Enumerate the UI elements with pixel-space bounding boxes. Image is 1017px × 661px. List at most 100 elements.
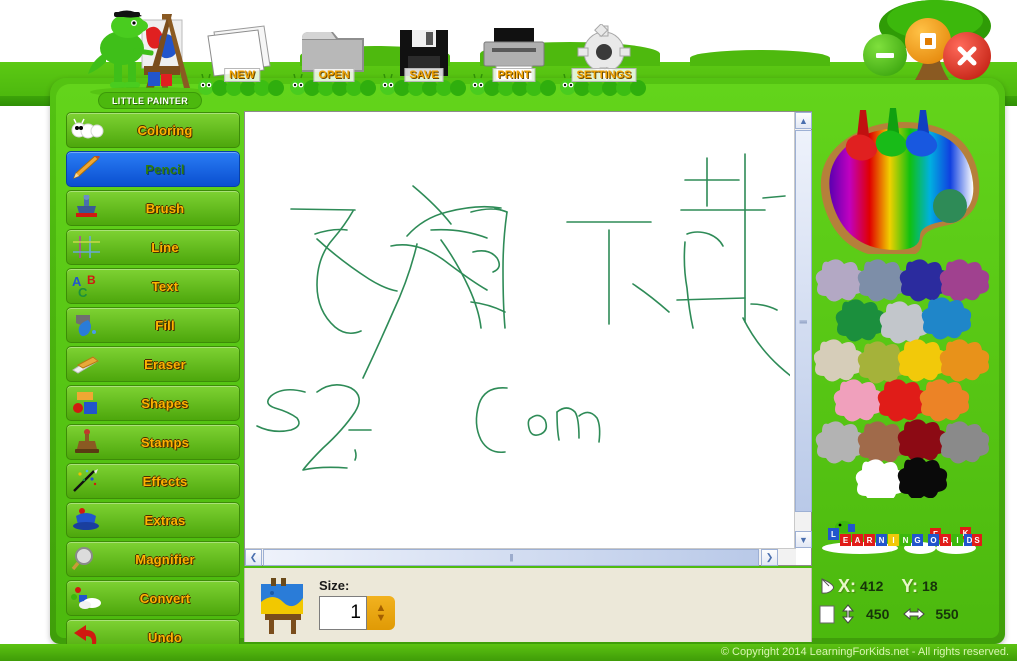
svg-text:R: R — [943, 536, 949, 545]
sidebar-label-effects: Effects — [142, 473, 188, 489]
svg-text:G: G — [914, 536, 920, 545]
swatch-7 — [813, 339, 864, 382]
sidebar-label-coloring: Coloring — [137, 122, 193, 138]
shapes-icon — [67, 386, 107, 420]
y-value: 18 — [922, 578, 938, 594]
maximize-icon — [920, 33, 936, 49]
svg-text:C: C — [78, 285, 88, 299]
swatch-row-5 — [815, 419, 990, 464]
scroll-grip-icon: ||| — [509, 553, 513, 562]
copyright-text: © Copyright 2014 LearningForKids.net - A… — [720, 646, 1009, 658]
swatch-13 — [919, 379, 970, 422]
x-value: 412 — [860, 578, 884, 594]
swatch-12 — [877, 379, 928, 422]
color-palette[interactable] — [816, 106, 988, 254]
scroll-down-icon: ▼ — [799, 534, 808, 545]
toolbar-button-new[interactable]: NEW — [196, 24, 288, 96]
swatch-3 — [939, 259, 990, 302]
magnifier-icon — [67, 542, 107, 576]
height-value: 450 — [866, 606, 890, 622]
toolbar-button-settings[interactable]: SETTINGS — [558, 23, 650, 96]
sidebar-item-eraser[interactable]: Eraser — [66, 346, 240, 382]
paint-bucket-icon — [67, 308, 107, 342]
hill-bump — [690, 50, 830, 66]
svg-text:B: B — [87, 273, 96, 287]
vertical-scrollbar[interactable]: ▲ ||| ▼ — [794, 112, 812, 548]
scroll-grip-icon: ||| — [798, 319, 808, 323]
easel-icon — [261, 578, 303, 634]
scroll-left-button[interactable]: ❮ — [245, 549, 262, 566]
horizontal-scroll-thumb[interactable]: ||| — [263, 549, 759, 566]
sidebar-label-brush: Brush — [145, 200, 185, 216]
sidebar-item-convert[interactable]: Convert — [66, 580, 240, 616]
swatch-0 — [815, 259, 866, 302]
selected-color-indicator — [933, 189, 967, 223]
toolbar-button-save[interactable]: SAVE — [378, 24, 470, 96]
sidebar-item-brush[interactable]: Brush — [66, 190, 240, 226]
drawing-canvas[interactable] — [245, 112, 790, 544]
stamp-icon — [67, 425, 107, 459]
scroll-right-button[interactable]: ❯ — [761, 549, 778, 566]
app-title: LITTLE PAINTER — [111, 95, 189, 106]
height-arrow-icon — [841, 604, 855, 624]
swatch-10 — [939, 339, 990, 382]
toolbar-button-open[interactable]: OPEN — [288, 24, 380, 96]
stepper-down-icon[interactable]: ▼ — [376, 613, 387, 624]
size-stepper[interactable]: ▲ ▼ — [367, 596, 395, 630]
sidebar-label-extras: Extras — [144, 512, 186, 528]
width-value: 550 — [935, 606, 959, 622]
scroll-up-icon: ▲ — [799, 115, 808, 126]
minimize-button[interactable] — [863, 34, 907, 76]
sidebar-item-pencil[interactable]: Pencil — [66, 151, 240, 187]
paint-brushes — [845, 108, 938, 161]
x-label: X: — [838, 575, 856, 596]
sidebar-label-magnifier: Magnifier — [135, 551, 195, 567]
sidebar-item-coloring[interactable]: Coloring — [66, 112, 240, 148]
sidebar-item-fill[interactable]: Fill — [66, 307, 240, 343]
size-input[interactable]: 1 — [319, 596, 367, 630]
width-arrow-icon — [903, 607, 926, 621]
hat-icon — [67, 503, 107, 537]
size-label: Size: — [319, 578, 350, 593]
svg-text:D: D — [967, 536, 973, 545]
sidebar-item-stamps[interactable]: Stamps — [66, 424, 240, 460]
sidebar-item-text[interactable]: A B C Text — [66, 268, 240, 304]
window-controls — [853, 0, 1013, 92]
color-panel: L E A R N I N G F O R K I D S — [812, 86, 998, 638]
scroll-down-button[interactable]: ▼ — [795, 531, 812, 548]
learning-for-kids-logo: L E A R N I N G F O R K I D S — [820, 518, 982, 554]
swatch-4 — [835, 299, 886, 342]
toolbar-button-print[interactable]: PRINT — [468, 24, 560, 96]
swatch-14 — [815, 421, 866, 464]
sidebar-item-extras[interactable]: Extras — [66, 502, 240, 538]
color-swatches — [813, 258, 992, 502]
svg-text:I: I — [956, 536, 958, 545]
toolbar-label-new: NEW — [224, 68, 260, 82]
swatch-19 — [897, 457, 948, 500]
sidebar-item-magnifier[interactable]: Magnifier — [66, 541, 240, 577]
grid-lines-icon — [67, 230, 107, 264]
swatch-11 — [833, 379, 884, 422]
sidebar-item-shapes[interactable]: Shapes — [66, 385, 240, 421]
close-button[interactable] — [943, 32, 991, 80]
svg-text:O: O — [930, 536, 936, 545]
vertical-scroll-thumb[interactable]: ||| — [795, 130, 812, 512]
minimize-icon — [876, 52, 894, 58]
svg-text:N: N — [879, 536, 885, 545]
svg-text:E: E — [843, 536, 849, 545]
sidebar-label-fill: Fill — [155, 317, 175, 333]
eraser-icon — [67, 347, 107, 381]
footer-copyright: © Copyright 2014 LearningForKids.net - A… — [0, 644, 1017, 661]
scroll-left-icon: ❮ — [249, 552, 258, 562]
close-icon — [957, 46, 977, 66]
sidebar-item-effects[interactable]: Effects — [66, 463, 240, 499]
swatch-row-6 — [855, 457, 948, 502]
toolbar-label-open: OPEN — [313, 68, 355, 82]
sidebar-label-eraser: Eraser — [144, 356, 186, 372]
scroll-up-button[interactable]: ▲ — [795, 112, 812, 129]
caterpillar-icon — [67, 113, 107, 147]
convert-icon — [67, 581, 107, 615]
horizontal-scrollbar[interactable]: ❮ ||| ❯ — [245, 548, 796, 566]
sidebar-item-line[interactable]: Line — [66, 229, 240, 265]
page-icon — [819, 605, 835, 624]
